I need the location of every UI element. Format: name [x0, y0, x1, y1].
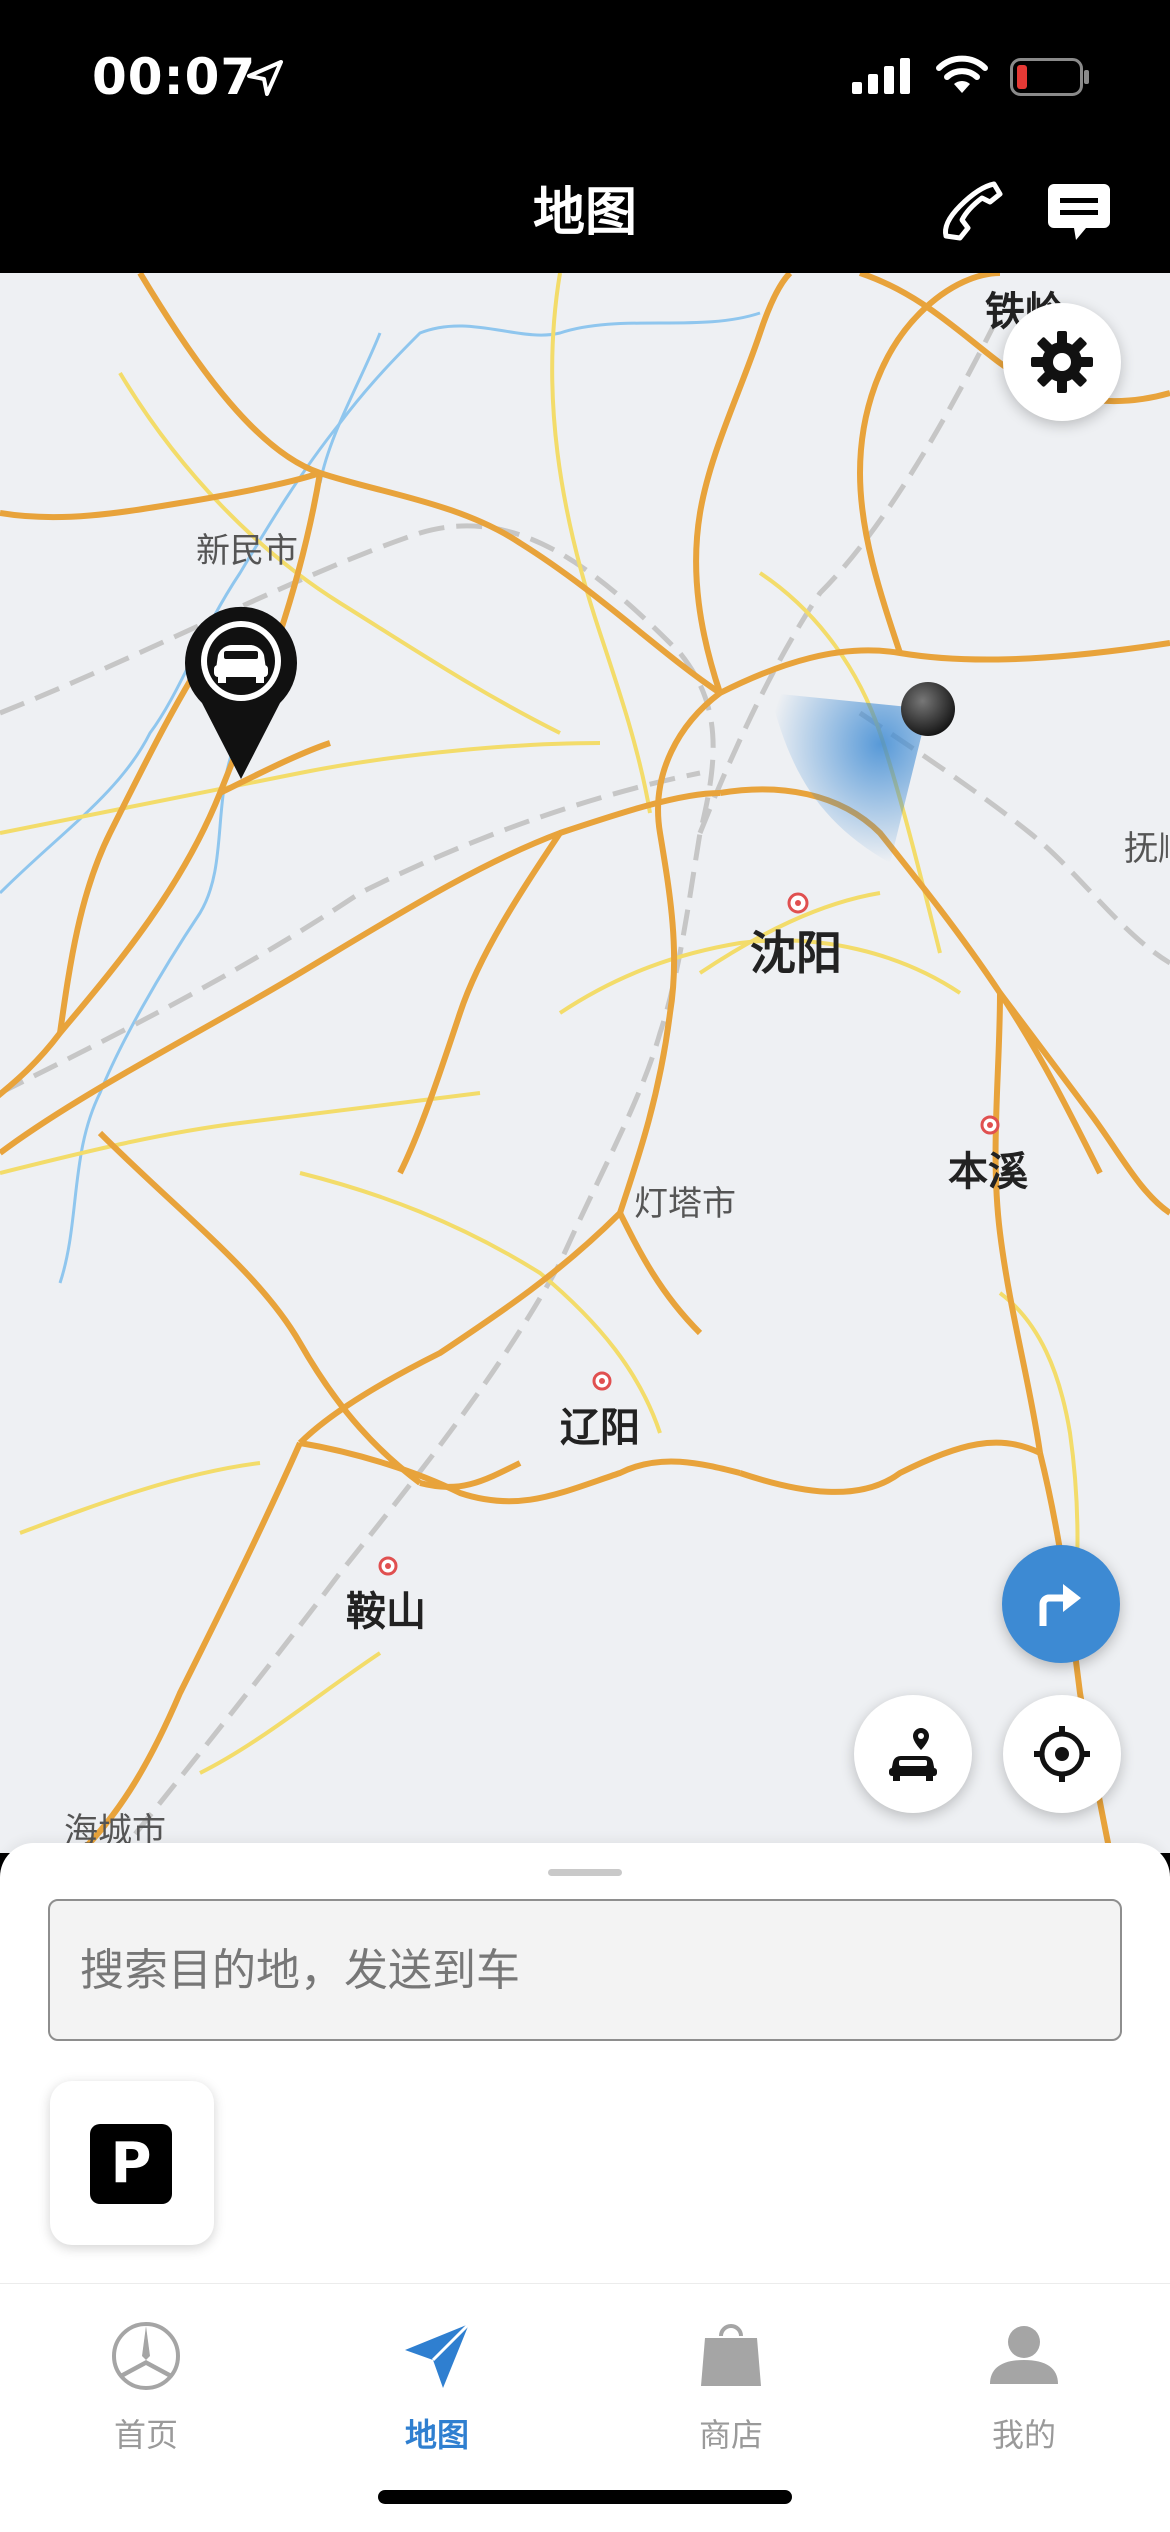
city-label-xinmin: 新民市	[196, 531, 298, 571]
status-bar: 00:07	[0, 0, 1170, 150]
my-location-button[interactable]	[1003, 1695, 1121, 1813]
tab-home[interactable]: 首页	[56, 2320, 236, 2470]
parking-icon: P	[90, 2124, 172, 2204]
nav-bar: 地图	[0, 150, 1170, 273]
tab-map-label: 地图	[404, 2416, 469, 2454]
parking-button[interactable]: P	[50, 2081, 214, 2245]
tab-profile-label: 我的	[991, 2416, 1056, 2454]
gear-icon	[1031, 331, 1093, 393]
phone-button[interactable]	[940, 178, 1004, 242]
home-indicator	[378, 2490, 792, 2504]
car-pin[interactable]	[182, 603, 300, 783]
destination-search-box[interactable]	[48, 1899, 1122, 2041]
city-label-anshan: 鞍山	[346, 1589, 426, 1635]
city-label-benxi: 本溪	[948, 1149, 1028, 1195]
turn-right-icon	[1039, 1584, 1081, 1626]
sheet-drag-handle[interactable]	[548, 1869, 622, 1876]
map-view[interactable]: 铁岭 新民市 抚顺 沈阳 本溪 灯塔市 辽阳 鞍山 海城市	[0, 273, 1170, 1853]
battery-low-icon	[1010, 58, 1089, 96]
city-label-fushun: 抚顺	[1124, 829, 1170, 869]
status-time: 00:07	[92, 48, 257, 106]
map-settings-button[interactable]	[1003, 303, 1121, 421]
tab-store-label: 商店	[698, 2416, 763, 2454]
person-icon	[990, 2326, 1058, 2384]
navigation-arrow-icon	[405, 2322, 471, 2388]
navigate-button[interactable]	[1002, 1545, 1120, 1663]
destination-search-input[interactable]	[50, 1901, 1120, 2039]
chat-icon	[1048, 184, 1110, 240]
bottom-sheet: P	[0, 1843, 1170, 2283]
tab-map[interactable]: 地图	[347, 2320, 527, 2470]
car-location-icon	[889, 1728, 937, 1781]
crosshair-icon	[1034, 1726, 1090, 1782]
tab-home-label: 首页	[113, 2416, 178, 2454]
tab-store[interactable]: 商店	[641, 2320, 821, 2470]
cellular-signal-icon	[852, 58, 910, 94]
mercedes-star-icon	[112, 2322, 180, 2390]
shopping-bag-icon	[701, 2324, 761, 2386]
car-pin-icon	[185, 606, 297, 779]
phone-icon	[943, 181, 1003, 241]
city-label-dengta: 灯塔市	[634, 1184, 736, 1224]
city-label-shenyang: 沈阳	[750, 926, 842, 980]
city-label-liaoyang: 辽阳	[560, 1405, 640, 1451]
user-location-marker	[770, 682, 955, 863]
car-location-button[interactable]	[854, 1695, 972, 1813]
location-arrow-icon	[247, 60, 283, 96]
wifi-icon	[936, 55, 988, 93]
tab-profile[interactable]: 我的	[934, 2320, 1114, 2470]
message-button[interactable]	[1046, 182, 1112, 242]
city-markers	[378, 892, 1000, 1576]
